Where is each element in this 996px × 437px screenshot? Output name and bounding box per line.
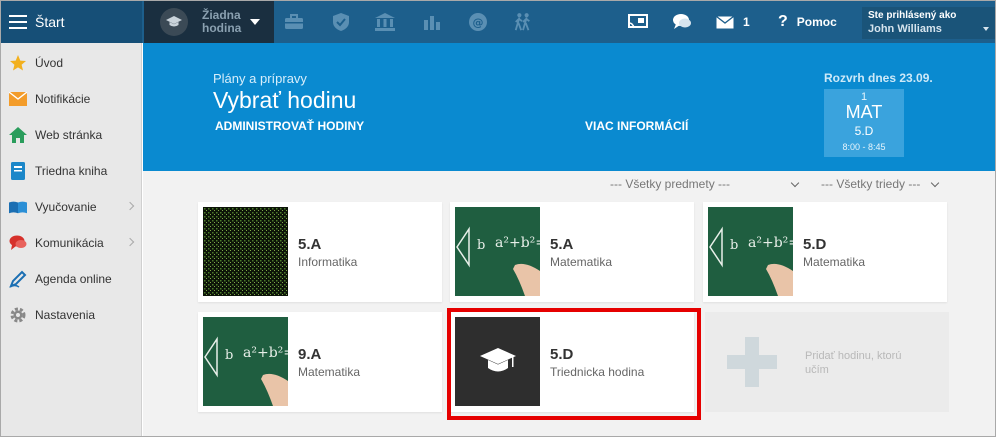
svg-text:@: @ bbox=[473, 16, 484, 29]
add-lesson-card[interactable]: Pridať hodinu, ktorú učím bbox=[705, 312, 949, 412]
lesson-subject: MAT bbox=[845, 102, 883, 122]
cast-screen-icon[interactable] bbox=[628, 12, 648, 32]
card-subject: Informatika bbox=[298, 255, 358, 269]
hero-banner: Plány a prípravy Vybrať hodinu ADMINISTR… bbox=[143, 43, 995, 171]
lesson-class: 5.D bbox=[854, 124, 874, 138]
help-button[interactable]: ? Pomoc bbox=[778, 1, 837, 43]
subject-filter-value: --- Všetky predmety --- bbox=[610, 177, 731, 191]
selection-highlight bbox=[447, 308, 701, 420]
lesson-time: 8:00 - 8:45 bbox=[842, 142, 886, 152]
sidebar-item-label: Úvod bbox=[35, 56, 64, 70]
lesson-thumbnail: b a²+b²= bbox=[203, 317, 288, 406]
card-subject: Matematika bbox=[803, 255, 866, 269]
sidebar-item-label: Nastavenia bbox=[35, 308, 96, 322]
chevron-right-icon bbox=[125, 237, 135, 247]
shield-icon[interactable] bbox=[331, 12, 351, 32]
card-subject: Matematika bbox=[550, 255, 613, 269]
lesson-card[interactable]: b a²+b²= 9.A Matematika bbox=[198, 312, 442, 412]
start-label: Štart bbox=[35, 14, 65, 30]
sidebar-item-komunikacia[interactable]: Komunikácia bbox=[1, 225, 141, 261]
svg-text:b: b bbox=[477, 238, 485, 253]
hour-selector-label: Žiadna hodina bbox=[202, 8, 242, 35]
page-subtitle: Plány a prípravy bbox=[213, 71, 307, 86]
class-filter-value: --- Všetky triedy --- bbox=[821, 177, 921, 191]
card-class: 9.A bbox=[298, 346, 322, 363]
chat-bubbles-icon[interactable] bbox=[672, 12, 692, 32]
schedule-title: Rozvrh dnes 23.09. bbox=[824, 71, 933, 85]
graduation-cap-icon bbox=[160, 8, 188, 36]
admin-hours-link[interactable]: ADMINISTROVAŤ HODINY bbox=[215, 119, 364, 133]
svg-text:a²+b²=: a²+b²= bbox=[495, 235, 540, 251]
logged-in-user: John Williams bbox=[868, 23, 942, 35]
chevron-down-icon bbox=[983, 27, 989, 31]
lesson-card[interactable]: b a²+b²= 5.A Matematika bbox=[450, 202, 694, 302]
class-filter[interactable]: --- Všetky triedy --- bbox=[821, 177, 940, 191]
app-window: Štart Žiadna hodina @ 1 ? Pomoc Ste prih… bbox=[0, 0, 996, 437]
sidebar-item-vyucovanie[interactable]: Vyučovanie bbox=[1, 189, 141, 225]
star-icon bbox=[9, 54, 27, 72]
lesson-card[interactable]: b a²+b²= 5.D Matematika bbox=[703, 202, 947, 302]
messages-button[interactable]: 1 bbox=[716, 1, 750, 43]
sidebar-item-label: Agenda online bbox=[35, 272, 112, 286]
svg-text:a²+b²=: a²+b²= bbox=[748, 235, 793, 251]
envelope-icon bbox=[9, 90, 27, 108]
card-class: 5.A bbox=[298, 236, 322, 253]
briefcase-icon[interactable] bbox=[284, 12, 304, 32]
gear-icon bbox=[9, 306, 27, 324]
schedule-card[interactable]: 1 MAT 5.D 8:00 - 8:45 bbox=[824, 89, 904, 157]
card-subject: Matematika bbox=[298, 365, 361, 379]
lesson-card[interactable]: 5.A Informatika bbox=[198, 202, 442, 302]
sidebar-item-label: Web stránka bbox=[35, 128, 103, 142]
messages-count: 1 bbox=[743, 15, 750, 29]
start-button[interactable]: Štart bbox=[1, 1, 142, 43]
sidebar-item-uvod[interactable]: Úvod bbox=[1, 45, 141, 81]
sidebar-item-label: Notifikácie bbox=[35, 92, 91, 106]
hamburger-icon bbox=[9, 15, 27, 29]
chevron-right-icon bbox=[125, 201, 135, 211]
sidebar-item-label: Vyučovanie bbox=[35, 200, 97, 214]
sidebar-item-label: Komunikácia bbox=[35, 236, 104, 250]
card-class: 5.A bbox=[550, 236, 574, 253]
at-sign-icon[interactable]: @ bbox=[468, 12, 488, 32]
top-bar: Štart Žiadna hodina @ 1 ? Pomoc Ste prih… bbox=[1, 1, 995, 43]
card-class: 5.D bbox=[803, 236, 827, 253]
user-menu[interactable]: Ste prihlásený ako John Williams bbox=[862, 7, 995, 39]
lesson-thumbnail: b a²+b²= bbox=[708, 207, 793, 296]
home-icon bbox=[9, 126, 27, 144]
sidebar-item-triedna-kniha[interactable]: Triedna kniha bbox=[1, 153, 141, 189]
chevron-down-icon bbox=[250, 19, 260, 25]
more-info-link[interactable]: VIAC INFORMÁCIÍ bbox=[585, 119, 688, 133]
svg-text:b: b bbox=[225, 348, 233, 363]
sidebar-item-nastavenia[interactable]: Nastavenia bbox=[1, 297, 141, 333]
svg-text:a²+b²=: a²+b²= bbox=[243, 345, 288, 361]
logged-in-title: Ste prihlásený ako bbox=[868, 10, 957, 21]
pen-icon bbox=[9, 270, 27, 288]
walking-people-icon[interactable] bbox=[513, 12, 533, 32]
chevron-down-icon bbox=[931, 178, 940, 187]
lesson-thumbnail bbox=[203, 207, 288, 296]
sidebar-item-agenda-online[interactable]: Agenda online bbox=[1, 261, 141, 297]
sidebar: Úvod Notifikácie Web stránka Triedna kni… bbox=[1, 43, 142, 436]
open-book-icon bbox=[9, 198, 27, 216]
chat-icon bbox=[9, 234, 27, 252]
envelope-icon bbox=[716, 15, 734, 29]
lesson-thumbnail: b a²+b²= bbox=[455, 207, 540, 296]
question-icon: ? bbox=[778, 13, 788, 30]
institution-icon[interactable] bbox=[375, 12, 395, 32]
add-lesson-label: Pridať hodinu, ktorú učím bbox=[805, 350, 902, 376]
bar-chart-icon[interactable] bbox=[422, 12, 442, 32]
help-label: Pomoc bbox=[796, 15, 837, 29]
sidebar-item-web-stranka[interactable]: Web stránka bbox=[1, 117, 141, 153]
chevron-down-icon bbox=[790, 178, 800, 187]
sidebar-item-label: Triedna kniha bbox=[35, 164, 108, 178]
hour-selector[interactable]: Žiadna hodina bbox=[144, 1, 274, 43]
plus-icon bbox=[727, 337, 777, 387]
book-icon bbox=[9, 162, 27, 180]
subject-filter[interactable]: --- Všetky predmety --- bbox=[610, 177, 800, 191]
svg-text:b: b bbox=[730, 238, 738, 253]
sidebar-item-notifikacie[interactable]: Notifikácie bbox=[1, 81, 141, 117]
page-title: Vybrať hodinu bbox=[213, 87, 357, 113]
